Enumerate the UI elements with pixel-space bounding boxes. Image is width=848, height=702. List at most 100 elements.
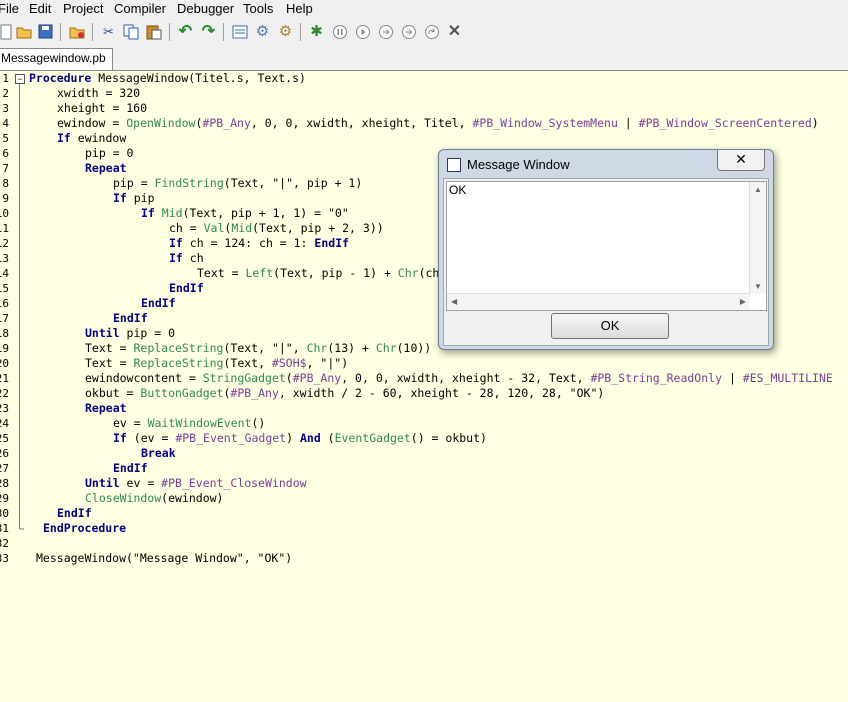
line-number: 21 [0,372,9,385]
open-file-icon[interactable] [15,23,32,40]
step-over-icon[interactable] [400,23,417,40]
toolbar-separator [92,23,93,41]
line-number: 7 [2,162,9,175]
menu-help[interactable]: Help [286,1,313,16]
line-number: 19 [0,342,9,355]
code-line: Break [141,446,176,460]
line-number: 17 [0,312,9,325]
line-number: 23 [0,402,9,415]
line-number: 16 [0,297,9,310]
code-line: EndIf [141,296,176,310]
line-number: 24 [0,417,9,430]
copy-icon[interactable] [122,23,139,40]
code-line: Procedure MessageWindow(Titel.s, Text.s) [29,71,306,85]
toolbar-separator [169,23,170,41]
message-window: Message Window ✕ OK ▲ ▼ ◀ ▶ OK [438,149,774,350]
pause-icon[interactable] [331,23,348,40]
cut-icon[interactable]: ✂ [100,23,117,40]
code-line: Text = Left(Text, pip - 1) + Chr(ch [197,266,440,280]
line-number: 25 [0,432,9,445]
code-line: EndIf [169,281,204,295]
code-line: EndIf [113,461,148,475]
code-line: If pip [113,191,155,205]
code-line: If ch = 124: ch = 1: EndIf [169,236,350,250]
fold-line [19,84,24,530]
line-number: 18 [0,327,9,340]
code-line: Text = ReplaceString(Text, "|", Chr(13) … [85,341,432,355]
close-button[interactable]: ✕ [717,150,765,171]
ok-button[interactable]: OK [551,313,669,339]
line-number: 10 [0,207,9,220]
code-line: Until pip = 0 [85,326,176,340]
line-number: 20 [0,357,9,370]
menu-edit[interactable]: Edit [29,1,51,16]
line-number: 27 [0,462,9,475]
line-number: 4 [2,117,9,130]
line-number: 14 [0,267,9,280]
debug-icon[interactable]: ✱ [308,23,325,40]
menu-project[interactable]: Project [63,1,103,16]
save-icon[interactable] [37,23,54,40]
line-number: 32 [0,537,9,550]
code-line: EndIf [57,506,92,520]
file-tab-strip: Messagewindow.pb [0,46,848,71]
compile-run-icon[interactable]: ⚙ [254,23,271,40]
tab-messagewindow[interactable]: Messagewindow.pb [0,48,113,70]
menu-tools[interactable]: Tools [243,1,273,16]
dialog-title: Message Window [467,157,570,172]
code-line: xwidth = 320 [57,86,141,100]
code-line: Until ev = #PB_Event_CloseWindow [85,476,307,490]
horizontal-scrollbar[interactable]: ◀ ▶ [447,293,750,310]
paste-icon[interactable] [145,23,162,40]
code-line: ewindowcontent = StringGadget(#PB_Any, 0… [85,371,833,385]
scroll-down-icon[interactable]: ▼ [754,282,762,291]
menu-compiler[interactable]: Compiler [114,1,166,16]
line-number: 11 [0,222,9,235]
undo-icon[interactable]: ↶ [177,23,194,40]
line-number: 31 [0,522,9,535]
code-line: Text = ReplaceString(Text, #SOH$, "|") [85,356,349,370]
close-file-icon[interactable] [68,23,85,40]
line-number: 3 [2,102,9,115]
line-number: 9 [2,192,9,205]
line-number: 26 [0,447,9,460]
code-line: If ewindow [57,131,127,145]
scroll-up-icon[interactable]: ▲ [754,185,762,194]
message-textarea[interactable]: OK ▲ ▼ ◀ ▶ [446,181,767,311]
code-line: EndIf [113,311,148,325]
scroll-left-icon[interactable]: ◀ [451,297,457,306]
vertical-scrollbar[interactable]: ▲ ▼ [749,182,766,294]
line-number: 2 [2,87,9,100]
code-line: If (ev = #PB_Event_Gadget) And (EventGad… [113,431,487,445]
step-icon[interactable] [377,23,394,40]
menu-file[interactable]: File [0,1,19,16]
fold-margin: − [13,71,26,702]
menu-debugger[interactable]: Debugger [177,1,234,16]
code-line: Repeat [85,401,127,415]
redo-icon[interactable]: ↷ [200,23,217,40]
window-icon [447,158,461,172]
code-line: ewindow = OpenWindow(#PB_Any, 0, 0, xwid… [57,116,819,130]
menu-bar: File Edit Project Compiler Debugger Tool… [0,0,848,18]
code-line: If ch [169,251,204,265]
line-number: 33 [0,552,9,565]
line-number: 5 [2,132,9,145]
line-number: 8 [2,177,9,190]
kill-icon[interactable]: ✕ [446,23,463,40]
code-line: ch = Val(Mid(Text, pip + 2, 3)) [169,221,384,235]
code-line: If Mid(Text, pip + 1, 1) = "0" [141,206,349,220]
code-line: pip = 0 [85,146,134,160]
line-number: 13 [0,252,9,265]
step-out-icon[interactable] [423,23,440,40]
code-line: ev = WaitWindowEvent() [113,416,266,430]
code-line: CloseWindow(ewindow) [85,491,224,505]
line-number: 1 [2,72,9,85]
code-line: okbut = ButtonGadget(#PB_Any, xwidth / 2… [85,386,605,400]
scroll-right-icon[interactable]: ▶ [740,297,746,306]
new-file-icon[interactable] [0,23,14,40]
code-line: pip = FindString(Text, "|", pip + 1) [113,176,363,190]
continue-icon[interactable] [354,23,371,40]
compiler-options-icon[interactable]: ⚙ [277,23,294,40]
procedure-browser-icon[interactable] [231,23,248,40]
line-number: 15 [0,282,9,295]
